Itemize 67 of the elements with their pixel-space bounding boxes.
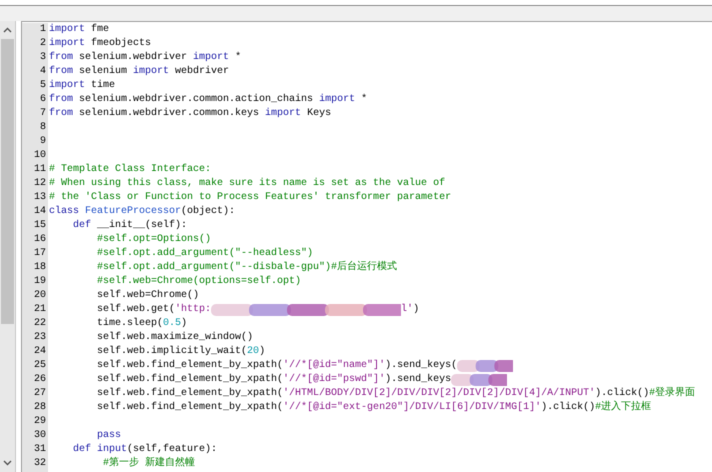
line-number: 1	[40, 23, 46, 37]
code-line: #self.web=Chrome(options=self.opt)	[96, 275, 302, 289]
code-line: def __init__(self):	[72, 219, 188, 233]
code-line: def input(self,feature):	[72, 443, 218, 456]
code-line: import time	[49, 79, 116, 93]
line-number: 17	[34, 247, 46, 261]
line-number: 25	[34, 359, 46, 373]
code-line: l')	[401, 303, 420, 317]
code-line: self.web.maximize_window()	[96, 331, 254, 345]
code-line: from selenium.webdriver import *	[49, 51, 242, 65]
line-number: 30	[34, 429, 46, 443]
line-number: 11	[34, 163, 46, 177]
line-number: 7	[40, 107, 46, 121]
line-number: 6	[40, 93, 46, 107]
line-number: 28	[34, 401, 46, 415]
line-number: 12	[34, 177, 46, 191]
code-line: #self.opt.add_argument("--disbale-gpu")#后台运行模式	[96, 261, 398, 275]
line-number: 24	[34, 345, 46, 359]
line-number: 22	[34, 317, 46, 331]
line-number: 15	[34, 219, 46, 233]
code-line: # Template Class Interface:	[49, 163, 212, 177]
line-number: 9	[40, 135, 46, 149]
scroll-thumb[interactable]	[1, 39, 14, 324]
line-number: 19	[34, 275, 46, 289]
line-number: 18	[34, 261, 46, 275]
code-line: self.web.find_element_by_xpath('/HTML/BODY/DIV[2]/DIV/DIV[2]/DIV[2]/DIV[4]/A/INPUT').click()#登录界面	[96, 387, 696, 400]
code-line: self.web=Chrome()	[96, 289, 200, 303]
code-line: self.web.get('http:	[96, 303, 212, 317]
code-line: self.web.implicitly_wait(20)	[96, 345, 266, 359]
code-line: import fmeobjects	[49, 37, 152, 51]
line-number: 32	[34, 457, 46, 471]
line-number: 4	[40, 65, 46, 79]
code-line: self.web.find_element_by_xpath('//*[@id="name"]').send_keys(	[96, 359, 458, 373]
code-line: self.web.find_element_by_xpath('//*[@id="ext-gen20"]/DIV/LI[6]/DIV/IMG[1]').click()#进入下拉框	[96, 401, 652, 415]
line-number: 3	[40, 51, 46, 65]
code-line: #self.opt.add_argument("--headless")	[96, 247, 314, 261]
code-line: from selenium.webdriver.common.action_chains import *	[49, 93, 368, 107]
scroll-down-icon[interactable]	[3, 460, 12, 466]
scrollbar[interactable]	[0, 21, 16, 472]
code-line: # When using this class, make sure its name is set as the value of	[49, 177, 446, 191]
line-number: 26	[34, 373, 46, 387]
line-number: 29	[34, 415, 46, 429]
line-number: 23	[34, 331, 46, 345]
line-number: 5	[40, 79, 46, 93]
code-line: self.web.find_element_by_xpath('//*[@id="pswd"]').send_keys	[96, 373, 452, 387]
line-number: 14	[34, 205, 46, 219]
code-line: time.sleep(0.5)	[96, 317, 188, 331]
line-number: 8	[40, 121, 46, 135]
line-number: 31	[34, 443, 46, 457]
code-line: import fme	[49, 23, 110, 37]
code-line: class FeatureProcessor(object):	[49, 205, 236, 219]
redaction-scribble	[457, 359, 514, 373]
line-number: 10	[34, 149, 46, 163]
line-number: 21	[34, 303, 46, 317]
line-number: 27	[34, 387, 46, 401]
code-line: #第一步 新建自然幢	[102, 457, 196, 471]
line-number: 13	[34, 191, 46, 205]
code-line: pass	[96, 429, 122, 443]
redaction-scribble	[451, 373, 508, 387]
line-number: 2	[40, 37, 46, 51]
scroll-up-icon[interactable]	[3, 27, 12, 33]
line-number: 20	[34, 289, 46, 303]
code-line: from selenium import webdriver	[49, 65, 230, 79]
code-line: # the 'Class or Function to Process Features' transformer parameter	[49, 191, 452, 205]
code-line: #self.opt=Options()	[96, 233, 212, 247]
code-line: from selenium.webdriver.common.keys import Keys	[49, 107, 332, 121]
line-number: 16	[34, 233, 46, 247]
